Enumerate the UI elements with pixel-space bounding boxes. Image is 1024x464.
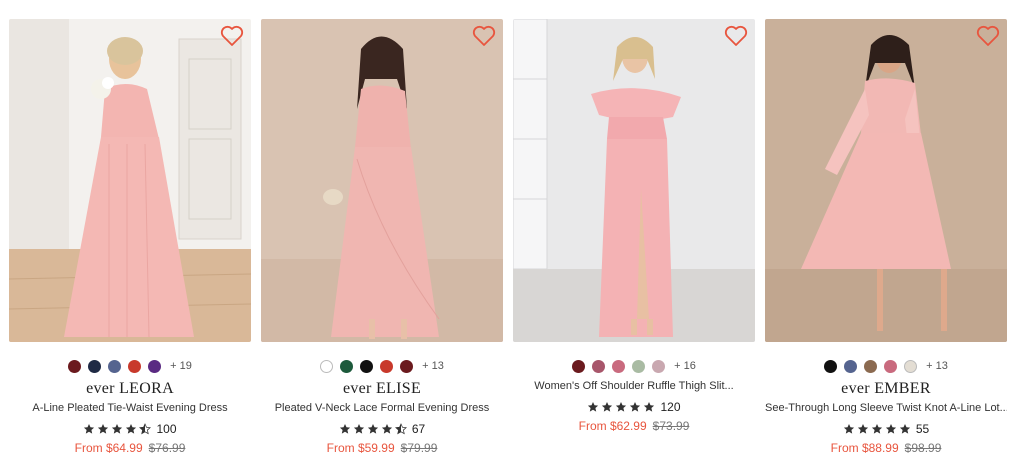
review-count[interactable]: 100: [156, 422, 176, 436]
color-swatch[interactable]: [572, 359, 586, 373]
heart-outline-icon[interactable]: [472, 25, 496, 47]
product-card[interactable]: + 16 Women's Off Shoulder Ruffle Thigh S…: [513, 19, 755, 459]
color-swatch[interactable]: [844, 359, 858, 373]
color-swatches: + 16: [513, 357, 755, 375]
review-count[interactable]: 120: [660, 400, 680, 414]
star-rating: [339, 423, 407, 435]
product-brand[interactable]: ever LEORA: [9, 380, 251, 400]
color-swatch[interactable]: [360, 359, 374, 373]
star-full-icon: [381, 424, 392, 434]
more-colors-count[interactable]: + 13: [926, 360, 948, 372]
color-swatch[interactable]: [68, 359, 82, 373]
star-full-icon: [84, 424, 95, 434]
star-half-icon: [394, 423, 407, 435]
product-image[interactable]: [513, 19, 755, 342]
more-colors-count[interactable]: + 13: [422, 360, 444, 372]
color-swatch[interactable]: [320, 359, 334, 373]
product-rating: 100: [9, 421, 251, 437]
color-swatch[interactable]: [380, 359, 394, 373]
color-swatch[interactable]: [148, 359, 162, 373]
star-full-icon: [616, 402, 627, 412]
product-rating: 67: [261, 421, 503, 437]
product-card[interactable]: + 13 ever ELISE Pleated V-Neck Lace Form…: [261, 19, 503, 459]
product-name[interactable]: Women's Off Shoulder Ruffle Thigh Slit..…: [513, 380, 755, 394]
color-swatch[interactable]: [400, 359, 414, 373]
color-swatches: + 19: [9, 357, 251, 375]
product-name[interactable]: Pleated V-Neck Lace Formal Evening Dress: [261, 402, 503, 416]
original-price: $76.99: [148, 441, 186, 455]
star-full-icon: [339, 424, 350, 434]
star-full-icon: [588, 402, 599, 412]
review-count[interactable]: 55: [916, 422, 929, 436]
star-full-icon: [367, 424, 378, 434]
product-price: From $88.99 $98.99: [765, 441, 1007, 457]
sale-price: From $64.99: [74, 441, 143, 455]
product-image[interactable]: [765, 19, 1007, 342]
star-rating: [843, 423, 911, 435]
product-grid: + 19 ever LEORA A-Line Pleated Tie-Waist…: [0, 0, 1024, 464]
sale-price: From $62.99: [578, 419, 647, 433]
product-brand[interactable]: ever EMBER: [765, 380, 1007, 400]
more-colors-count[interactable]: + 19: [170, 360, 192, 372]
star-full-icon: [644, 402, 655, 412]
product-rating: 120: [513, 399, 755, 415]
more-colors-count[interactable]: + 16: [674, 360, 696, 372]
color-swatch[interactable]: [652, 359, 666, 373]
sale-price: From $88.99: [830, 441, 899, 455]
original-price: $79.99: [400, 441, 438, 455]
star-full-icon: [353, 424, 364, 434]
original-price: $98.99: [904, 441, 942, 455]
star-full-icon: [126, 424, 137, 434]
product-card[interactable]: + 19 ever LEORA A-Line Pleated Tie-Waist…: [9, 19, 251, 459]
product-rating: 55: [765, 421, 1007, 437]
review-count[interactable]: 67: [412, 422, 425, 436]
original-price: $73.99: [652, 419, 690, 433]
color-swatch[interactable]: [340, 359, 354, 373]
product-image[interactable]: [9, 19, 251, 342]
product-price: From $64.99 $76.99: [9, 441, 251, 457]
product-image[interactable]: [261, 19, 503, 342]
color-swatch[interactable]: [592, 359, 606, 373]
product-name[interactable]: A-Line Pleated Tie-Waist Evening Dress: [9, 402, 251, 416]
color-swatch[interactable]: [108, 359, 122, 373]
color-swatches: + 13: [261, 357, 503, 375]
color-swatch[interactable]: [88, 359, 102, 373]
product-price: From $59.99 $79.99: [261, 441, 503, 457]
heart-outline-icon[interactable]: [724, 25, 748, 47]
color-swatch[interactable]: [612, 359, 626, 373]
star-full-icon: [602, 402, 613, 412]
color-swatch[interactable]: [632, 359, 646, 373]
product-name[interactable]: See-Through Long Sleeve Twist Knot A-Lin…: [765, 402, 1007, 416]
star-full-icon: [857, 424, 868, 434]
star-rating: [83, 423, 152, 435]
color-swatch[interactable]: [884, 359, 898, 373]
star-full-icon: [112, 424, 123, 434]
color-swatch[interactable]: [824, 359, 838, 373]
star-full-icon: [630, 402, 641, 412]
star-full-icon: [899, 424, 910, 434]
star-rating: [587, 401, 655, 413]
star-full-icon: [871, 424, 882, 434]
color-swatch[interactable]: [904, 359, 918, 373]
product-brand[interactable]: ever ELISE: [261, 380, 503, 400]
star-full-icon: [843, 424, 854, 434]
star-half-icon: [139, 423, 152, 435]
sale-price: From $59.99: [326, 441, 395, 455]
heart-outline-icon[interactable]: [976, 25, 1000, 47]
star-full-icon: [885, 424, 896, 434]
product-price: From $62.99 $73.99: [513, 419, 755, 435]
heart-outline-icon[interactable]: [220, 25, 244, 47]
star-full-icon: [98, 424, 109, 434]
color-swatch[interactable]: [864, 359, 878, 373]
color-swatch[interactable]: [128, 359, 142, 373]
product-card[interactable]: + 13 ever EMBER See-Through Long Sleeve …: [765, 19, 1007, 459]
color-swatches: + 13: [765, 357, 1007, 375]
